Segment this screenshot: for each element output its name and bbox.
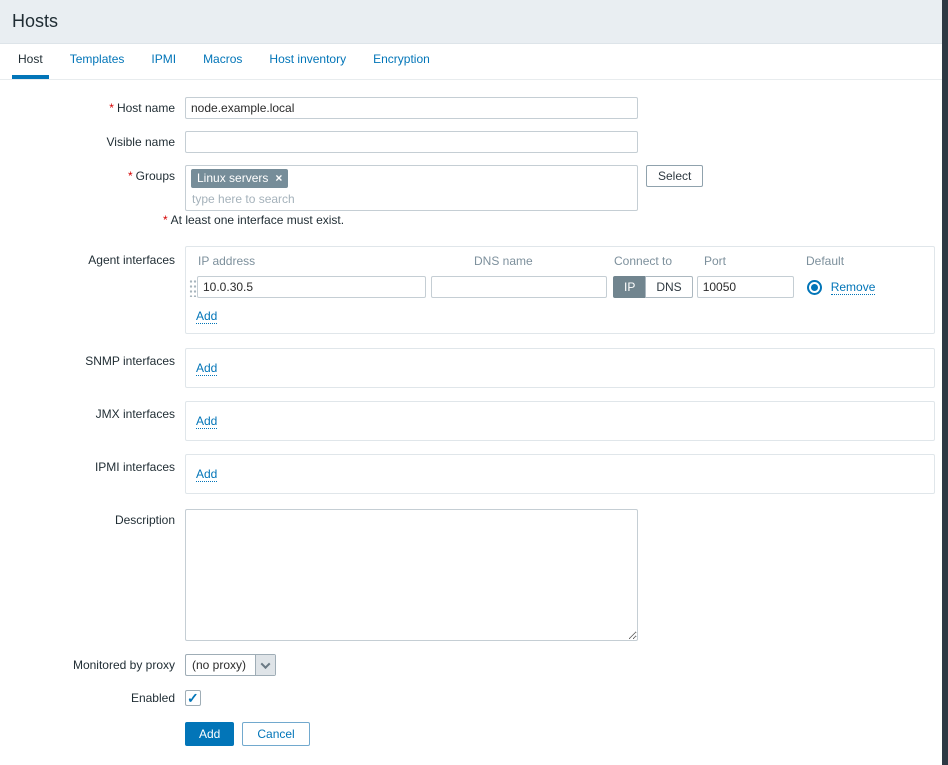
required-marker: * <box>163 213 168 227</box>
group-tag-label: Linux servers <box>197 171 268 186</box>
add-jmx-interface-link[interactable]: Add <box>196 414 217 429</box>
host-name-input[interactable] <box>185 97 638 119</box>
snmp-interfaces-box: Add <box>185 348 935 388</box>
side-strip <box>942 0 948 765</box>
page-title: Hosts <box>12 11 58 32</box>
remove-interface-link[interactable]: Remove <box>831 280 876 295</box>
tab-templates[interactable]: Templates <box>64 52 131 79</box>
drag-handle-icon[interactable] <box>189 278 197 297</box>
agent-interface-columns: IP address DNS name Connect to Port Defa… <box>189 254 924 268</box>
ip-address-input[interactable] <box>197 276 426 298</box>
col-ip-address: IP address <box>198 254 255 268</box>
visible-name-label: Visible name <box>0 135 180 150</box>
add-button[interactable]: Add <box>185 722 234 746</box>
connect-to-ip-option[interactable]: IP <box>613 276 645 298</box>
jmx-interfaces-label: JMX interfaces <box>0 401 180 422</box>
enabled-label: Enabled <box>0 691 180 706</box>
port-input[interactable] <box>697 276 794 298</box>
row-enabled: Enabled <box>0 690 948 706</box>
required-marker: * <box>109 101 114 115</box>
tab-ipmi[interactable]: IPMI <box>145 52 182 79</box>
monitored-by-proxy-label: Monitored by proxy <box>0 658 180 673</box>
groups-search-input[interactable] <box>191 191 491 207</box>
agent-interfaces-box: IP address DNS name Connect to Port Defa… <box>185 246 935 334</box>
tab-encryption[interactable]: Encryption <box>367 52 436 79</box>
groups-select-button[interactable]: Select <box>646 165 703 187</box>
tab-macros[interactable]: Macros <box>197 52 248 79</box>
jmx-interfaces-box: Add <box>185 401 935 441</box>
col-dns-name: DNS name <box>474 254 533 268</box>
agent-interface-row: IP DNS Remove <box>189 276 924 298</box>
connect-to-dns-option[interactable]: DNS <box>645 276 692 298</box>
group-tag: Linux servers × <box>191 169 288 188</box>
description-textarea[interactable] <box>185 509 638 641</box>
row-groups: *Groups Linux servers × Select <box>0 165 948 211</box>
col-default: Default <box>806 254 844 268</box>
row-ipmi-interfaces: IPMI interfaces Add <box>0 454 948 494</box>
row-description: Description <box>0 509 948 641</box>
snmp-interfaces-label: SNMP interfaces <box>0 348 180 369</box>
add-snmp-interface-link[interactable]: Add <box>196 361 217 376</box>
interface-note: *At least one interface must exist. <box>163 213 948 227</box>
add-ipmi-interface-link[interactable]: Add <box>196 467 217 482</box>
form-actions: Add Cancel <box>185 722 948 746</box>
connect-to-toggle: IP DNS <box>613 276 693 298</box>
groups-label: *Groups <box>0 165 180 184</box>
tab-host-inventory[interactable]: Host inventory <box>263 52 352 79</box>
add-agent-interface-link[interactable]: Add <box>196 309 217 324</box>
tab-host[interactable]: Host <box>12 52 49 79</box>
row-monitored-by-proxy: Monitored by proxy (no proxy) <box>0 654 948 676</box>
row-snmp-interfaces: SNMP interfaces Add <box>0 348 948 388</box>
row-jmx-interfaces: JMX interfaces Add <box>0 401 948 441</box>
ipmi-interfaces-box: Add <box>185 454 935 494</box>
groups-multiselect[interactable]: Linux servers × <box>185 165 638 211</box>
agent-interfaces-label: Agent interfaces <box>0 246 180 268</box>
description-label: Description <box>0 509 180 528</box>
cancel-button[interactable]: Cancel <box>242 722 309 746</box>
proxy-select-value: (no proxy) <box>186 655 255 675</box>
chevron-down-icon <box>261 659 271 669</box>
row-visible-name: Visible name <box>0 131 948 153</box>
required-marker: * <box>128 169 133 183</box>
row-agent-interfaces: Agent interfaces IP address DNS name Con… <box>0 246 948 334</box>
row-host-name: *Host name <box>0 97 948 119</box>
host-name-label: *Host name <box>0 101 180 116</box>
visible-name-input[interactable] <box>185 131 638 153</box>
proxy-select-dropdown-button[interactable] <box>255 655 275 675</box>
proxy-select[interactable]: (no proxy) <box>185 654 276 676</box>
col-port: Port <box>704 254 726 268</box>
remove-tag-icon[interactable]: × <box>275 171 282 186</box>
tab-bar: Host Templates IPMI Macros Host inventor… <box>0 44 948 80</box>
enabled-checkbox[interactable] <box>185 690 201 706</box>
dns-name-input[interactable] <box>431 276 607 298</box>
ipmi-interfaces-label: IPMI interfaces <box>0 454 180 475</box>
col-connect-to: Connect to <box>614 254 672 268</box>
page-header: Hosts <box>0 0 948 44</box>
host-form: *Host name Visible name *Groups Linux se… <box>0 80 948 746</box>
hosts-config-page: Hosts Host Templates IPMI Macros Host in… <box>0 0 948 765</box>
default-radio[interactable] <box>807 280 822 295</box>
